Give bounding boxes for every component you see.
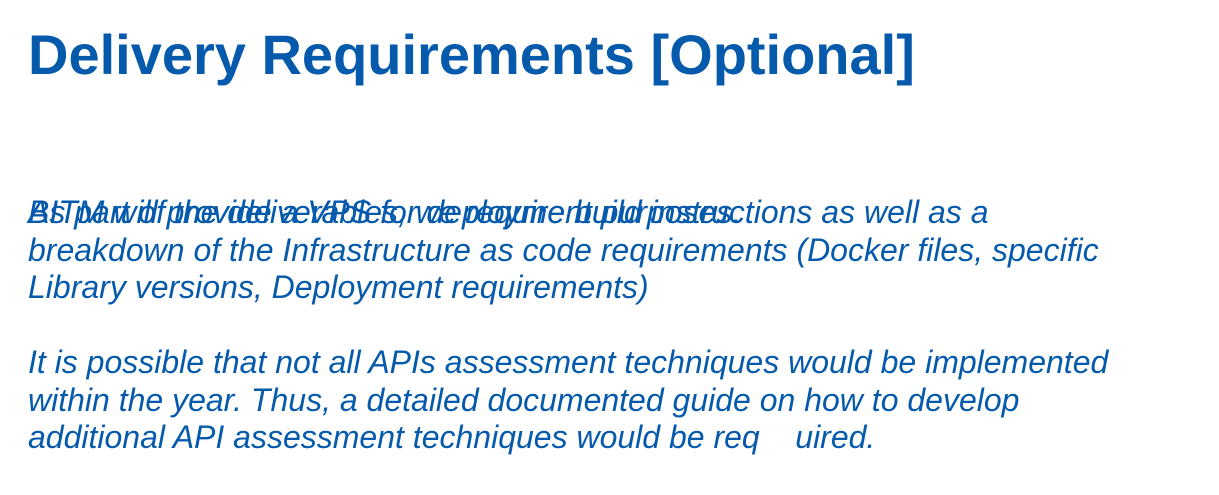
paragraph-line: additional API assessment techniques wou… [28, 419, 876, 455]
paragraph-line: Library versions, Deployment requirement… [28, 269, 649, 305]
paragraph-deliverables: As part of the deliverables, we require … [28, 194, 1099, 307]
paragraph-line: As part of the deliverables, we require … [28, 194, 989, 230]
page-title: Delivery Requirements [Optional] [28, 23, 915, 86]
paragraph-line: within the year. Thus, a detailed docume… [28, 381, 1020, 418]
paragraph-api-guide: It is possible that not all APIs assessm… [28, 344, 1108, 457]
paragraph-line: It is possible that not all APIs assessm… [28, 344, 1109, 380]
paragraph-line: breakdown of the Infrastructure as code … [28, 231, 1099, 268]
